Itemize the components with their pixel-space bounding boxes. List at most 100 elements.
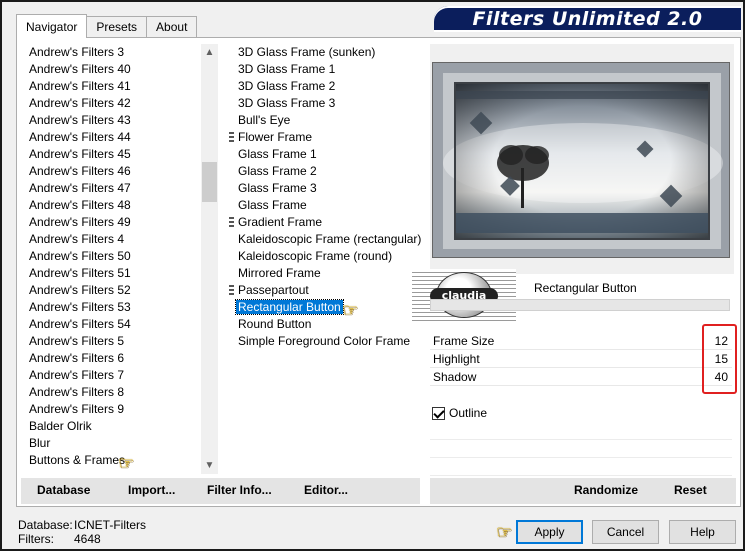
filter-item-label: Simple Foreground Color Frame bbox=[238, 334, 411, 348]
status-label: Filters: bbox=[18, 532, 54, 546]
category-item[interactable]: Andrew's Filters 3 bbox=[25, 44, 201, 61]
filter-item[interactable]: Passepartout bbox=[224, 282, 422, 299]
param-label: Highlight bbox=[433, 352, 480, 366]
filter-item-label: Kaleidoscopic Frame (round) bbox=[238, 249, 393, 263]
filter-item[interactable]: 3D Glass Frame (sunken) bbox=[224, 44, 422, 61]
category-item[interactable]: Andrew's Filters 43 bbox=[25, 112, 201, 129]
apply-button[interactable]: Apply bbox=[516, 520, 583, 544]
cancel-button[interactable]: Cancel bbox=[592, 520, 659, 544]
category-list[interactable]: Andrew's Filters 3 Andrew's Filters 40 And… bbox=[25, 44, 201, 474]
filter-item[interactable]: Gradient Frame bbox=[224, 214, 422, 231]
outline-option[interactable]: Outline bbox=[432, 404, 487, 422]
filter-item-label: 3D Glass Frame 3 bbox=[238, 96, 336, 110]
category-item[interactable]: Andrew's Filters 4 bbox=[25, 231, 201, 248]
filter-item[interactable]: Bull's Eye bbox=[224, 112, 422, 129]
filter-item[interactable]: Glass Frame 2 bbox=[224, 163, 422, 180]
filter-item-label: Gradient Frame bbox=[238, 215, 323, 229]
randomize-button[interactable]: Randomize bbox=[574, 483, 638, 497]
category-item[interactable]: Andrew's Filters 53 bbox=[25, 299, 201, 316]
header-separator bbox=[430, 299, 730, 311]
filter-item[interactable]: Kaleidoscopic Frame (round) bbox=[224, 248, 422, 265]
filter-item[interactable]: Mirrored Frame bbox=[224, 265, 422, 282]
category-item[interactable]: Buttons & Frames bbox=[25, 452, 201, 469]
param-row-empty bbox=[430, 423, 732, 440]
filter-item-label: Round Button bbox=[238, 317, 312, 331]
category-item[interactable]: Andrew's Filters 8 bbox=[25, 384, 201, 401]
param-highlight[interactable]: Highlight 15 bbox=[430, 351, 732, 368]
param-label: Frame Size bbox=[433, 334, 495, 348]
category-item[interactable]: Andrew's Filters 42 bbox=[25, 95, 201, 112]
category-item[interactable]: Andrew's Filters 40 bbox=[25, 61, 201, 78]
filter-item[interactable]: Flower Frame bbox=[224, 129, 422, 146]
filter-item[interactable]: 3D Glass Frame 2 bbox=[224, 78, 422, 95]
category-item[interactable]: Andrew's Filters 5 bbox=[25, 333, 201, 350]
help-button[interactable]: Help bbox=[669, 520, 736, 544]
filter-item[interactable]: Glass Frame 1 bbox=[224, 146, 422, 163]
filter-toolbar: Randomize Reset bbox=[430, 478, 736, 504]
category-item[interactable]: Andrew's Filters 45 bbox=[25, 146, 201, 163]
database-button[interactable]: Database bbox=[37, 483, 90, 497]
filter-info-button[interactable]: Filter Info... bbox=[207, 483, 272, 497]
filter-item[interactable]: 3D Glass Frame 3 bbox=[224, 95, 422, 112]
category-item[interactable]: Andrew's Filters 44 bbox=[25, 129, 201, 146]
window-title: Filters Unlimited 2.0 bbox=[472, 8, 703, 30]
category-item[interactable]: Andrew's Filters 7 bbox=[25, 367, 201, 384]
filter-item[interactable]: Rectangular Button bbox=[224, 299, 422, 316]
filter-item[interactable]: Glass Frame 3 bbox=[224, 180, 422, 197]
values-highlight-box bbox=[702, 324, 737, 394]
filter-item-label: Glass Frame 2 bbox=[238, 164, 317, 178]
scroll-thumb[interactable] bbox=[202, 162, 217, 202]
category-item[interactable]: Andrew's Filters 52 bbox=[25, 282, 201, 299]
filter-item-label: Passepartout bbox=[238, 283, 309, 297]
database-toolbar: Database Import... Filter Info... Editor… bbox=[21, 478, 420, 504]
scroll-up-icon[interactable]: ▲ bbox=[201, 44, 218, 61]
category-item[interactable]: Andrew's Filters 47 bbox=[25, 180, 201, 197]
pointer-hand-icon: ☞ bbox=[342, 300, 359, 320]
category-item[interactable]: Andrew's Filters 46 bbox=[25, 163, 201, 180]
grip-icon bbox=[229, 285, 234, 296]
filter-item-label: Kaleidoscopic Frame (rectangular) bbox=[238, 232, 422, 246]
import-button[interactable]: Import... bbox=[128, 483, 175, 497]
category-item[interactable]: Balder Olrik bbox=[25, 418, 201, 435]
category-item[interactable]: Andrew's Filters 48 bbox=[25, 197, 201, 214]
selected-filter-title: Rectangular Button bbox=[534, 281, 637, 295]
filter-list[interactable]: 3D Glass Frame (sunken) 3D Glass Frame 1 3… bbox=[224, 44, 422, 474]
param-frame-size[interactable]: Frame Size 12 bbox=[430, 333, 732, 350]
category-item[interactable]: Andrew's Filters 6 bbox=[25, 350, 201, 367]
status-value: 4648 bbox=[74, 532, 101, 546]
filter-item[interactable]: Kaleidoscopic Frame (rectangular) bbox=[224, 231, 422, 248]
filter-item-label: Bull's Eye bbox=[238, 113, 291, 127]
category-item[interactable]: Andrew's Filters 49 bbox=[25, 214, 201, 231]
filter-item-label: Glass Frame 1 bbox=[238, 147, 317, 161]
status-label: Database: bbox=[18, 518, 73, 532]
filter-item-label: 3D Glass Frame (sunken) bbox=[238, 45, 376, 59]
category-item[interactable]: Andrew's Filters 50 bbox=[25, 248, 201, 265]
author-logo: claudia bbox=[412, 269, 516, 323]
reset-button[interactable]: Reset bbox=[674, 483, 707, 497]
filter-item[interactable]: Glass Frame bbox=[224, 197, 422, 214]
filter-item[interactable]: 3D Glass Frame 1 bbox=[224, 61, 422, 78]
tab-navigator[interactable]: Navigator bbox=[16, 14, 88, 38]
editor-button[interactable]: Editor... bbox=[304, 483, 348, 497]
category-scrollbar[interactable]: ▲ ▼ bbox=[201, 44, 218, 474]
param-shadow[interactable]: Shadow 40 bbox=[430, 369, 732, 386]
filter-item[interactable]: Round Button bbox=[224, 316, 422, 333]
filter-item-label: Flower Frame bbox=[238, 130, 313, 144]
outline-checkbox[interactable] bbox=[432, 406, 445, 420]
tab-presets[interactable]: Presets bbox=[86, 16, 148, 38]
filter-item-label: Rectangular Button bbox=[235, 299, 344, 315]
category-item[interactable]: Blur bbox=[25, 435, 201, 452]
dialog-window: Filters Unlimited 2.0 Navigator Presets … bbox=[0, 0, 745, 551]
category-item[interactable]: Andrew's Filters 9 bbox=[25, 401, 201, 418]
param-label: Shadow bbox=[433, 370, 477, 384]
category-item[interactable]: Andrew's Filters 54 bbox=[25, 316, 201, 333]
scroll-down-icon[interactable]: ▼ bbox=[201, 457, 218, 474]
category-item[interactable]: Andrew's Filters 41 bbox=[25, 78, 201, 95]
grip-icon bbox=[229, 217, 234, 228]
status-filters: Filters: 4648 bbox=[18, 532, 101, 546]
category-item[interactable]: Andrew's Filters 51 bbox=[25, 265, 201, 282]
filter-item[interactable]: Simple Foreground Color Frame bbox=[224, 333, 422, 350]
tab-about[interactable]: About bbox=[146, 16, 198, 38]
param-row-empty bbox=[430, 441, 732, 458]
grip-icon bbox=[229, 132, 234, 143]
